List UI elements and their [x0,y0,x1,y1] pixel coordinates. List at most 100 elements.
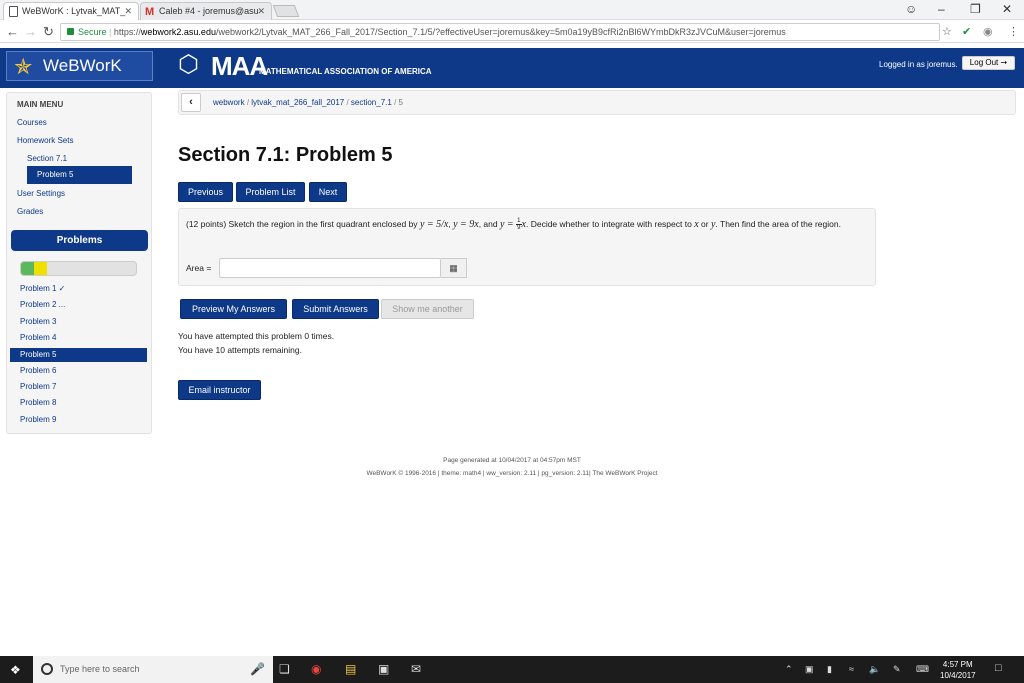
menu-kebab-icon[interactable]: ⋮ [1008,25,1019,38]
browser-tab-strip: WeBWorK : Lytvak_MAT_ ✕ M Caleb #4 - jor… [0,0,1024,20]
breadcrumb-current: 5 [398,98,403,107]
attempts-made: You have attempted this problem 0 times. [178,331,335,341]
url-host: webwork2.asu.edu [140,27,216,37]
reload-icon[interactable]: ↻ [43,24,54,40]
restore-icon[interactable]: ❐ [970,2,981,16]
search-placeholder: Type here to search [60,664,140,674]
attempts-remaining: You have 10 attempts remaining. [178,345,302,355]
area-answer-input[interactable] [219,258,441,278]
url-path: /webwork2/Lytvak_MAT_266_Fall_2017/Secti… [215,27,786,37]
or-word: or [701,219,709,229]
extension-w-icon[interactable]: ◉ [983,25,993,38]
problem-link-7[interactable]: Problem 7 [20,382,56,391]
previous-button[interactable]: Previous [178,182,233,202]
maa-full-name: MATHEMATICAL ASSOCIATION OF AMERICA [259,67,432,76]
keyboard-icon[interactable]: ⌨ [916,664,929,675]
submit-answers-button[interactable]: Submit Answers [292,299,379,319]
volume-icon[interactable]: 🔈 [869,664,880,675]
page-title: Section 7.1: Problem 5 [178,144,393,166]
tab-webwork[interactable]: WeBWorK : Lytvak_MAT_ ✕ [3,2,139,20]
sidebar-item-problem[interactable]: Problem 5 [27,166,132,184]
minimize-icon[interactable]: – [938,2,945,16]
store-icon[interactable]: ▣ [378,662,389,676]
new-tab-button[interactable] [272,5,300,17]
pen-icon[interactable]: ✎ [893,664,901,675]
logo-text: WeBWorK [43,56,122,75]
fraction-denominator: 9 [517,225,521,232]
problem-link-5[interactable]: Problem 5 [10,348,147,362]
chevron-left-icon: ‹ [189,96,193,108]
show-another-button[interactable]: Show me another [381,299,474,319]
breadcrumb-course[interactable]: lytvak_mat_266_fall_2017 [251,98,344,107]
mail-icon[interactable]: ✉ [411,662,421,676]
close-window-icon[interactable]: ✕ [1002,2,1012,16]
problem-link-6[interactable]: Problem 6 [20,366,56,375]
windows-taskbar: ❖ Type here to search 🎤 ❏ ◉ ▤ ▣ ✉ ⌃ ▣ ▮ … [0,656,1024,683]
problem-link-1[interactable]: Problem 1 ✓ [20,284,65,293]
chrome-icon[interactable]: ◉ [311,662,321,676]
equation-3: y = [499,219,517,230]
problem-panel: (12 points) Sketch the region in the fir… [178,208,876,286]
equation-3-var: x [521,219,526,230]
taskbar-search[interactable]: Type here to search [33,656,273,683]
cortana-icon [41,663,53,675]
problems-title: Problems [11,230,148,251]
tab-gmail[interactable]: M Caleb #4 - joremus@asu ✕ [140,2,272,20]
problem-link-8[interactable]: Problem 8 [20,398,56,407]
sidebar-item-homework-sets[interactable]: Homework Sets [17,136,73,145]
file-explorer-icon[interactable]: ▤ [345,662,356,676]
tab-title: WeBWorK : Lytvak_MAT_ [22,6,126,16]
forward-arrow-icon[interactable]: → [24,24,37,39]
sidebar-item-courses[interactable]: Courses [17,118,47,127]
wifi-icon[interactable]: ≈ [849,664,854,674]
area-label: Area = [186,263,212,273]
next-button[interactable]: Next [309,182,347,202]
problem-list-button[interactable]: Problem List [236,182,305,202]
clock-date: 10/4/2017 [940,671,976,680]
star-logo-icon: ✯ [14,54,33,79]
gmail-icon: M [145,6,155,18]
maa-icosahedron-icon: ⬡ [178,51,199,78]
breadcrumb-section[interactable]: section_7.1 [351,98,392,107]
webwork-logo[interactable]: ✯ WeBWorK [6,51,153,81]
back-button[interactable]: ‹ [181,93,201,112]
clock-time: 4:57 PM [942,660,973,669]
email-instructor-button[interactable]: Email instructor [178,380,261,400]
problem-link-4[interactable]: Problem 4 [20,333,56,342]
problem-link-3[interactable]: Problem 3 [20,317,56,326]
logout-icon: ➞ [1000,58,1008,67]
problem-text-a: Sketch the region in the first quadrant … [228,219,418,229]
bookmark-star-icon[interactable]: ☆ [942,25,952,38]
logout-button[interactable]: Log Out ➞ [962,56,1015,70]
extension-check-icon[interactable]: ✔ [962,25,971,38]
problem-link-2[interactable]: Problem 2 ... [20,300,65,309]
close-tab-icon[interactable]: ✕ [257,3,265,19]
progress-correct-segment [21,262,34,275]
chevron-up-icon[interactable]: ⌃ [785,664,793,675]
preview-answers-button[interactable]: Preview My Answers [180,299,287,319]
sidebar: MAIN MENU Courses Homework Sets Section … [6,92,152,434]
notifications-icon[interactable]: □ [995,662,1002,674]
page-icon [9,6,18,17]
close-tab-icon[interactable]: ✕ [124,3,132,19]
progress-bar [20,261,137,276]
sidebar-item-user-settings[interactable]: User Settings [17,189,65,198]
problem-link-9[interactable]: Problem 9 [20,415,56,424]
sidebar-item-section[interactable]: Section 7.1 [27,154,67,163]
windows-start-icon[interactable]: ❖ [10,663,21,677]
url-field[interactable]: Secure | https://webwork2.asu.edu/webwor… [60,23,940,41]
equation-editor-grid-icon[interactable]: ▦ [441,258,467,278]
microphone-icon[interactable]: 🎤 [250,662,265,676]
profile-icon[interactable]: ☺ [905,2,917,16]
footer-credits: WeBWorK © 1996-2016 | theme: math4 | ww_… [366,470,658,477]
back-arrow-icon[interactable]: ← [6,24,19,39]
logout-label: Log Out [969,58,999,67]
taskbar-clock[interactable]: 4:57 PM 10/4/2017 [940,659,976,681]
battery-icon[interactable]: ▮ [827,664,832,675]
tray-icon[interactable]: ▣ [805,664,814,675]
problem-text-c: Then find the area of the region. [720,219,841,229]
sidebar-item-grades[interactable]: Grades [17,207,43,216]
task-view-icon[interactable]: ❏ [279,662,290,676]
breadcrumb-webwork[interactable]: webwork [213,98,245,107]
equation-2: y = 9x [453,219,479,230]
